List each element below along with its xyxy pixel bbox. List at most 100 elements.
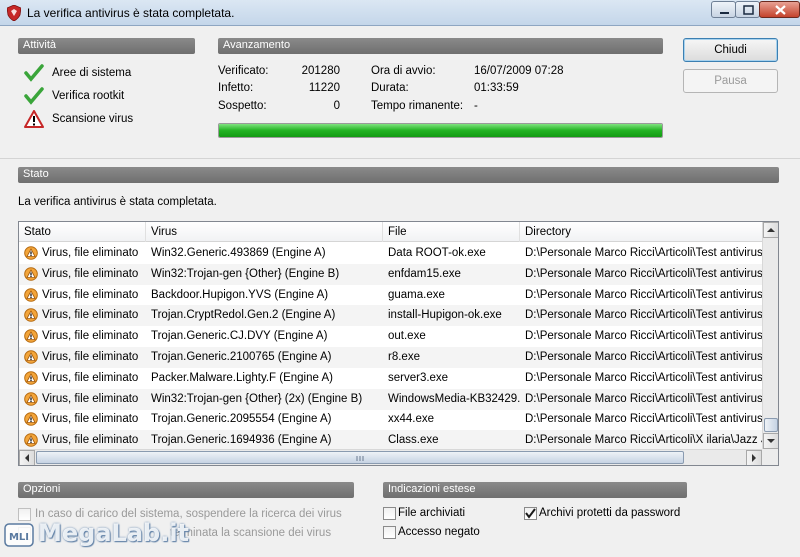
cell-stato: Virus, file eliminato [19, 326, 146, 347]
vertical-scroll-thumb[interactable] [764, 418, 778, 432]
column-header-file[interactable]: File [383, 222, 520, 242]
cell-virus: Trojan.CryptRedol.Gen.2 (Engine A) [146, 305, 383, 326]
column-header-virus[interactable]: Virus [146, 222, 383, 242]
table-row[interactable]: Virus, file eliminato Trojan.Generic.CJ.D… [19, 326, 763, 347]
virus-warning-icon [24, 266, 38, 281]
cell-virus: Packer.Malware.Lighty.F (Engine A) [146, 368, 383, 389]
cell-directory: D:\Personale Marco Ricci\Articoli\Test a… [520, 326, 763, 347]
cell-stato-text: Virus, file eliminato [42, 309, 139, 322]
scroll-down-button[interactable] [763, 433, 778, 449]
infected-value: 11220 [308, 82, 340, 94]
access-denied-checkbox[interactable] [383, 526, 396, 539]
cell-file: install-Hupigon-ok.exe [383, 305, 520, 326]
cell-virus-text: Trojan.CryptRedol.Gen.2 (Engine A) [151, 309, 336, 322]
table-row[interactable]: Virus, file eliminato Trojan.CryptRedol.G… [19, 305, 763, 327]
top-panel: Attività Aree di sistema Verifica rootki… [0, 26, 800, 159]
table-row[interactable]: Virus, file eliminato Trojan.Generic.2095… [19, 409, 763, 430]
cell-directory: D:\Personale Marco Ricci\Articoli\Test a… [520, 305, 763, 326]
cell-stato-text: Virus, file eliminato [42, 413, 139, 426]
vertical-scrollbar[interactable] [762, 222, 778, 449]
table-row[interactable]: Virus, file eliminato Trojan.Generic.1694… [19, 430, 763, 451]
status-header: Stato [18, 167, 779, 183]
scroll-up-button[interactable] [763, 222, 778, 238]
cell-directory: D:\Personale Marco Ricci\Articoli\Test a… [520, 368, 763, 389]
cell-directory: D:\Personale Marco Ricci\Articoli\Test a… [520, 285, 763, 306]
cell-stato: Virus, file eliminato [19, 389, 146, 410]
archived-files-label: File archiviati [398, 507, 466, 519]
maximize-icon [743, 5, 754, 15]
scroll-left-button[interactable] [19, 450, 35, 465]
scan-progress-bar [218, 123, 663, 138]
cell-virus-text: Packer.Malware.Lighty.F (Engine A) [151, 371, 333, 384]
table-row[interactable]: Virus, file eliminato Win32.Generic.49386… [19, 243, 763, 264]
table-row[interactable]: Virus, file eliminato Win32:Trojan-gen {O… [19, 263, 763, 285]
cell-directory-text: D:\Personale Marco Ricci\Articoli\Test a… [525, 351, 763, 363]
minimize-button[interactable] [711, 1, 736, 18]
cell-virus: Trojan.Generic.1694936 (Engine A) [146, 430, 383, 451]
pause-button[interactable]: Pausa [683, 69, 778, 93]
horizontal-scroll-thumb[interactable] [36, 451, 684, 464]
scrollbar-corner [762, 449, 778, 465]
table-row[interactable]: Virus, file eliminato Trojan.Generic.2100… [19, 347, 763, 368]
after-scan-label: terminata la scansione dei virus [170, 527, 332, 539]
start-time-label: Ora di avvio: [371, 65, 436, 77]
cell-directory: D:\Personale Marco Ricci\Articoli\Test a… [520, 409, 763, 430]
suspend-on-load-checkbox[interactable] [18, 508, 31, 521]
arrow-up-icon [767, 228, 775, 232]
close-button[interactable]: Chiudi [683, 38, 778, 62]
minimize-icon [720, 12, 729, 14]
cell-virus-text: Trojan.Generic.2095554 (Engine A) [151, 413, 332, 426]
cell-file: out.exe [383, 326, 520, 347]
table-row[interactable]: Virus, file eliminato Win32:Trojan-gen {O… [19, 388, 763, 410]
svg-text:MLI: MLI [9, 532, 29, 543]
cell-directory: D:\Personale Marco Ricci\Articoli\Test a… [520, 347, 763, 368]
cell-stato-text: Virus, file eliminato [42, 371, 139, 384]
cell-file-text: WindowsMedia-KB32429... [388, 392, 520, 405]
cell-virus: Win32:Trojan-gen {Other} (Engine B) [146, 264, 383, 285]
extended-header: Indicazioni estese [383, 482, 687, 498]
cell-file-text: out.exe [388, 330, 426, 343]
infected-label: Infetto: [218, 82, 254, 94]
cell-stato-text: Virus, file eliminato [42, 330, 139, 343]
cell-virus-text: Win32.Generic.493869 (Engine A) [151, 247, 326, 259]
cell-stato: Virus, file eliminato [19, 368, 146, 389]
cell-directory: D:\Personale Marco Ricci\Articoli\Test a… [520, 264, 763, 285]
column-header-stato[interactable]: Stato [19, 222, 146, 242]
grip-icon [356, 456, 364, 461]
status-message: La verifica antivirus è stata completata… [18, 196, 217, 208]
cell-virus-text: Trojan.Generic.1694936 (Engine A) [151, 434, 332, 447]
horizontal-scrollbar[interactable] [19, 449, 763, 465]
cell-file: Class.exe [383, 430, 520, 451]
archived-files-checkbox[interactable] [383, 507, 396, 520]
close-icon [775, 5, 786, 15]
column-header-directory[interactable]: Directory [520, 222, 763, 242]
password-archives-checkbox[interactable] [524, 507, 537, 520]
table-row[interactable]: Virus, file eliminato Packer.Malware.Ligh… [19, 368, 763, 389]
access-denied-label: Accesso negato [398, 526, 480, 538]
cell-file-text: guama.exe [388, 288, 445, 301]
maximize-button[interactable] [735, 1, 760, 18]
cell-virus-text: Win32:Trojan-gen {Other} (2x) (Engine B) [151, 392, 363, 405]
cell-file: xx44.exe [383, 409, 520, 430]
close-window-button[interactable] [759, 1, 800, 18]
verified-label: Verificato: [218, 65, 269, 77]
start-time-value: 16/07/2009 07:28 [474, 65, 564, 77]
cell-file: server3.exe [383, 368, 520, 389]
remaining-label: Tempo rimanente: [371, 100, 464, 112]
cell-directory-text: D:\Personale Marco Ricci\Articoli\Test a… [525, 392, 763, 405]
cell-directory-text: D:\Personale Marco Ricci\Articoli\Test a… [525, 247, 763, 259]
table-row[interactable]: Virus, file eliminato Backdoor.Hupigon.YV… [19, 285, 763, 306]
duration-label: Durata: [371, 82, 409, 94]
cell-stato-text: Virus, file eliminato [42, 392, 139, 405]
cell-directory: D:\Personale Marco Ricci\Articoli\Test a… [520, 243, 763, 264]
cell-stato-text: Virus, file eliminato [42, 434, 139, 447]
password-archives-label: Archivi protetti da password [539, 507, 681, 519]
scroll-right-button[interactable] [746, 450, 762, 465]
cell-file: enfdam15.exe [383, 264, 520, 285]
results-table[interactable]: Stato Virus File Directory Virus, file e… [18, 221, 779, 466]
virus-warning-icon [24, 433, 38, 447]
virus-warning-icon [24, 308, 38, 323]
check-icon [24, 64, 44, 82]
progress-header: Avanzamento [218, 38, 663, 54]
title-bar[interactable]: La verifica antivirus è stata completata… [0, 0, 800, 26]
